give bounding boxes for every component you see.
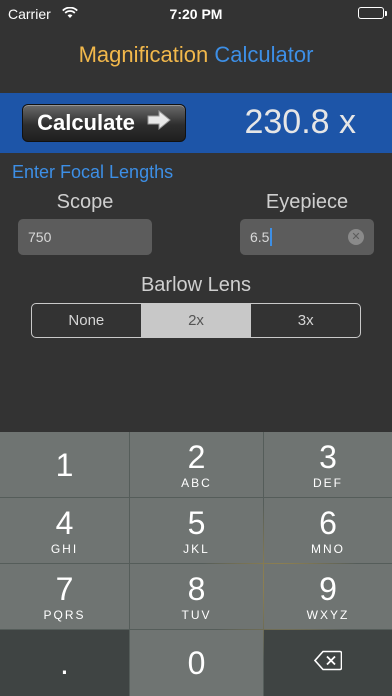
numeric-keypad: 1 2 ABC 3 DEF 4 GHI 5 JKL 6 MNO 7 PQRS 8… bbox=[0, 432, 392, 696]
section-label-focal-lengths: Enter Focal Lengths bbox=[12, 162, 174, 182]
title-part-calculator: Calculator bbox=[214, 42, 314, 67]
calculate-band: Calculate 230.8 x bbox=[0, 93, 392, 153]
barlow-option-3x[interactable]: 3x bbox=[250, 304, 360, 337]
scope-input[interactable]: 750 bbox=[18, 219, 152, 255]
status-bar: Carrier 7:20 PM bbox=[0, 0, 392, 28]
barlow-segmented-control[interactable]: None 2x 3x bbox=[31, 303, 361, 338]
battery-icon bbox=[358, 7, 387, 19]
clear-text-icon[interactable]: ✕ bbox=[348, 229, 364, 245]
barlow-option-2x[interactable]: 2x bbox=[140, 304, 251, 337]
scope-label: Scope bbox=[56, 191, 114, 213]
scope-input-value: 750 bbox=[28, 229, 52, 245]
calculate-button-label: Calculate bbox=[37, 110, 135, 135]
eyepiece-input[interactable]: 6.5 ✕ bbox=[240, 219, 374, 255]
key-9[interactable]: 9 WXYZ bbox=[264, 564, 392, 629]
key-backspace[interactable] bbox=[264, 630, 392, 696]
eyepiece-input-value: 6.5 bbox=[250, 229, 270, 245]
key-4[interactable]: 4 GHI bbox=[0, 498, 129, 563]
key-5[interactable]: 5 JKL bbox=[130, 498, 263, 563]
barlow-option-none[interactable]: None bbox=[32, 304, 141, 337]
key-7[interactable]: 7 PQRS bbox=[0, 564, 129, 629]
key-1[interactable]: 1 bbox=[0, 432, 129, 497]
calculate-button[interactable]: Calculate bbox=[22, 104, 186, 142]
key-decimal[interactable]: . bbox=[0, 630, 129, 696]
key-2[interactable]: 2 ABC bbox=[130, 432, 263, 497]
key-6[interactable]: 6 MNO bbox=[264, 498, 392, 563]
key-0[interactable]: 0 bbox=[130, 630, 263, 696]
key-8[interactable]: 8 TUV bbox=[130, 564, 263, 629]
barlow-lens-label: Barlow Lens bbox=[140, 274, 252, 296]
arrow-right-icon bbox=[147, 109, 171, 136]
clock: 7:20 PM bbox=[169, 6, 223, 22]
key-3[interactable]: 3 DEF bbox=[264, 432, 392, 497]
title-part-magnification: Magnification bbox=[78, 42, 209, 67]
backspace-icon bbox=[313, 650, 343, 676]
eyepiece-label: Eyepiece bbox=[265, 191, 349, 213]
app-title: Magnification Calculator bbox=[0, 42, 392, 68]
text-cursor bbox=[270, 228, 273, 246]
magnification-result: 230.8 x bbox=[244, 103, 356, 141]
